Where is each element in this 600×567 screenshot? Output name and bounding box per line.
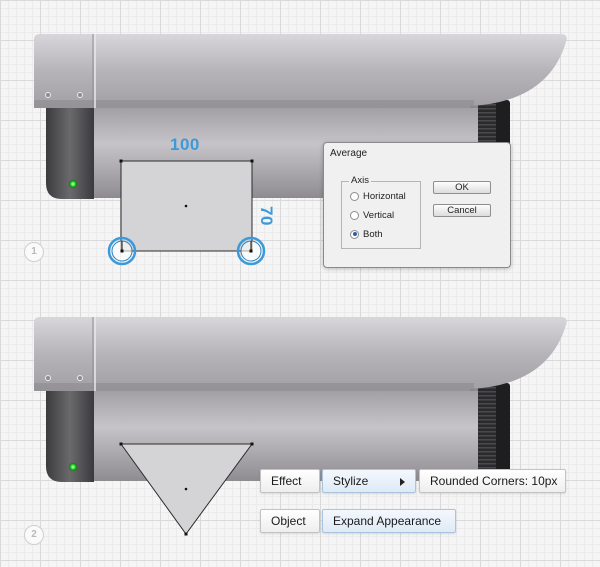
radio-button-icon[interactable]: [350, 210, 359, 220]
camera-housing: [34, 317, 567, 391]
step-2-scene: 2 Effect Stylize Rounded Corners: 10px O…: [0, 283, 600, 566]
step-number-badge: 2: [24, 525, 44, 545]
screw-icon: [45, 375, 51, 381]
radio-horizontal[interactable]: Horizontal: [350, 189, 406, 203]
cancel-button[interactable]: Cancel: [433, 204, 491, 217]
screw-icon: [45, 92, 51, 98]
camera-housing: [34, 34, 567, 108]
axis-groupbox: Axis Horizontal Vertical Both: [341, 175, 421, 249]
step-1-scene: 100 70 1 Average Axis Horizontal Vertica…: [0, 0, 600, 283]
anchor-point[interactable]: [119, 159, 123, 163]
triangle-center-point: [184, 487, 188, 491]
radio-label: Horizontal: [363, 190, 406, 202]
radio-button-icon[interactable]: [350, 191, 359, 201]
status-led-icon: [69, 180, 77, 188]
screw-icon: [77, 92, 83, 98]
anchor-point[interactable]: [250, 159, 254, 163]
stylize-label: Stylize: [333, 474, 369, 488]
stylize-menu-item[interactable]: Stylize: [322, 469, 416, 493]
step-number-badge: 1: [24, 242, 44, 262]
ok-button[interactable]: OK: [433, 181, 491, 194]
submenu-arrow-icon: [400, 478, 405, 486]
radio-both[interactable]: Both: [350, 227, 383, 241]
axis-group-label: Axis: [349, 175, 371, 186]
radio-label: Both: [363, 228, 383, 240]
rounded-corners-menu-item[interactable]: Rounded Corners: 10px: [419, 469, 566, 493]
screw-icon: [77, 375, 83, 381]
status-led-icon: [69, 463, 77, 471]
radio-vertical[interactable]: Vertical: [350, 208, 394, 222]
dialog-title: Average: [330, 148, 368, 159]
effect-menu[interactable]: Effect: [260, 469, 320, 493]
anchor-point[interactable]: [119, 442, 123, 446]
average-dialog: Average Axis Horizontal Vertical Both OK…: [323, 142, 511, 268]
expand-appearance-menu-item[interactable]: Expand Appearance: [322, 509, 456, 533]
anchor-point[interactable]: [184, 532, 188, 536]
object-menu[interactable]: Object: [260, 509, 320, 533]
rectangle-center-point: [184, 204, 188, 208]
anchor-point[interactable]: [250, 442, 254, 446]
radio-button-checked-icon[interactable]: [350, 229, 359, 239]
width-dimension-label: 100: [170, 135, 200, 154]
height-dimension-label: 70: [257, 206, 276, 226]
radio-label: Vertical: [363, 209, 395, 221]
